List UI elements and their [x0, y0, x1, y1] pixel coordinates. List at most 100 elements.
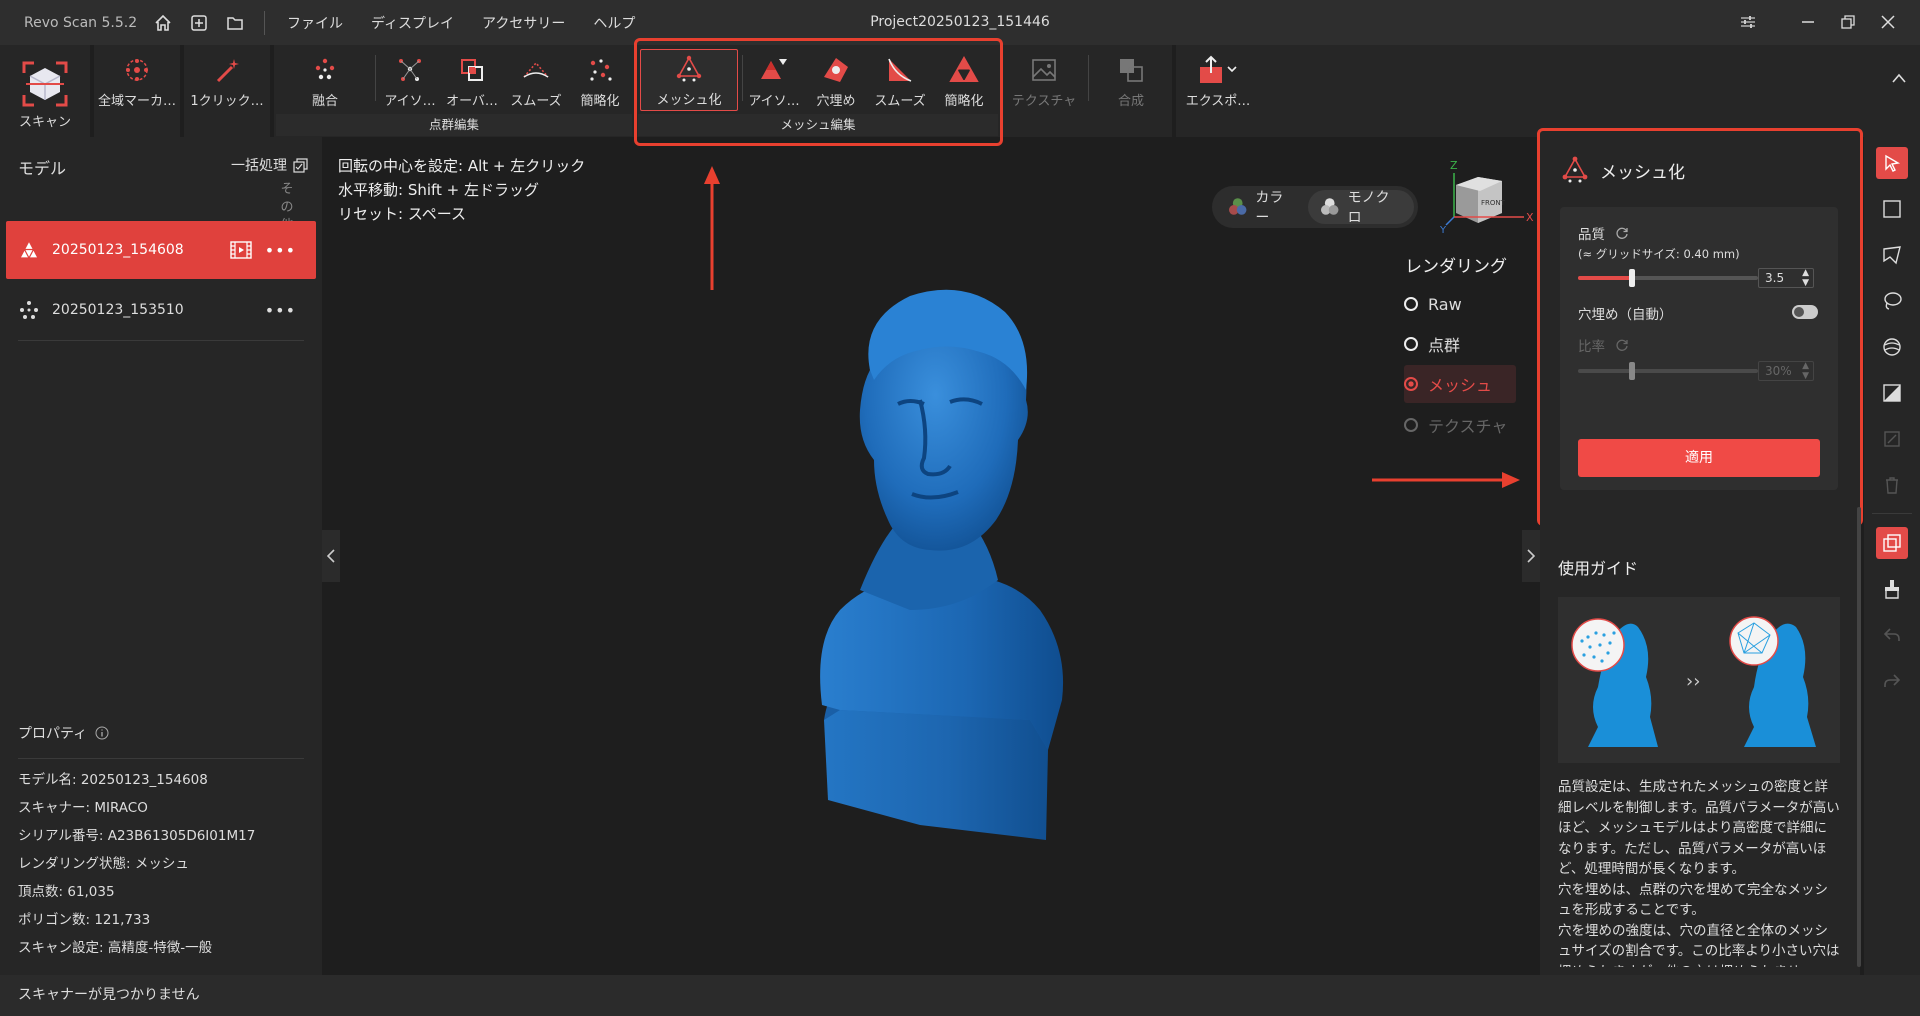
render-option-mesh[interactable]: メッシュ [1404, 365, 1516, 403]
model-row-active[interactable]: 20250123_154608 ••• [6, 221, 316, 279]
mesh-model-bust[interactable] [800, 280, 1080, 840]
menu-help[interactable]: ヘルプ [593, 13, 635, 33]
ratio-slider-thumb[interactable] [1629, 362, 1635, 380]
delete-icon[interactable] [1876, 469, 1908, 501]
quality-spinbox[interactable]: 3.5 ▲ ▼ [1758, 268, 1814, 288]
plane-cut-icon[interactable] [1876, 377, 1908, 409]
quality-slider[interactable] [1578, 269, 1758, 287]
magic-wand-icon [216, 59, 239, 83]
simplify-button[interactable]: 簡略化 [570, 51, 630, 117]
menu-file[interactable]: ファイル [287, 13, 343, 33]
rect-select-icon[interactable] [1876, 193, 1908, 225]
isolate-button[interactable]: アイソ… [380, 51, 440, 117]
panel-scrollbar[interactable] [1857, 507, 1861, 967]
smooth-icon [523, 61, 549, 78]
selection-tools-bar [1864, 137, 1920, 975]
radio-icon [1404, 337, 1418, 351]
property-scanner: スキャナー: MIRACO [18, 800, 148, 816]
texture-icon [1032, 59, 1056, 81]
usage-guide-title: 使用ガイド [1558, 559, 1639, 578]
group-point-cloud-edit: 点群編集 [276, 114, 632, 136]
mono-circles-icon [1321, 198, 1339, 215]
global-marker-button[interactable]: 全域マーカ… [96, 51, 178, 117]
redo-icon[interactable] [1876, 665, 1908, 697]
spin-arrows-icon: ▲ ▼ [1802, 268, 1809, 288]
lasso-select-icon[interactable] [1876, 285, 1908, 317]
view-mode-toggle: カラー モノクロ [1212, 186, 1418, 228]
more-options-icon[interactable]: ••• [265, 241, 296, 260]
ratio-slider[interactable] [1578, 362, 1758, 380]
brush-tool-icon[interactable] [1876, 573, 1908, 605]
reset-icon[interactable] [1615, 226, 1629, 240]
simplify-icon [590, 59, 612, 81]
fill-holes-toggle[interactable] [1792, 305, 1818, 319]
view-cube-front-label: FRONT [1481, 199, 1506, 207]
more-options-icon[interactable]: ••• [265, 301, 296, 320]
quality-label: 品質 [1578, 223, 1629, 243]
polygon-select-icon[interactable] [1876, 239, 1908, 271]
menu-accessory[interactable]: アクセサリー [482, 13, 565, 33]
open-folder-icon[interactable] [222, 10, 248, 36]
apply-button[interactable]: 適用 [1578, 439, 1820, 477]
usage-guide-text: 品質設定は、生成されたメッシュの密度と詳細レベルを制御します。品質パラメータが高… [1558, 779, 1840, 967]
one-click-button[interactable]: 1クリック… [186, 51, 268, 117]
annotation-arrow-up [704, 166, 720, 290]
minimize-icon[interactable] [1788, 6, 1828, 38]
merge-button[interactable]: 合成 [1100, 51, 1162, 117]
smooth-button[interactable]: スムーズ [506, 51, 566, 117]
batch-process-button[interactable]: 一括処理 [231, 155, 308, 175]
property-vertices: 頂点数: 61,035 [18, 884, 115, 900]
annotation-frame-mesh-edit [634, 38, 1003, 146]
multi-select-icon[interactable] [1876, 527, 1908, 559]
app-name: Revo Scan 5.5.2 [24, 14, 138, 31]
scan-button[interactable]: スキャン [10, 51, 80, 135]
restore-icon[interactable] [1828, 6, 1868, 38]
quality-slider-thumb[interactable] [1629, 269, 1635, 287]
mono-mode-option[interactable]: モノクロ [1308, 190, 1414, 226]
new-project-icon[interactable] [186, 10, 212, 36]
collapse-toolbar-icon[interactable] [1892, 71, 1906, 87]
color-mode-option[interactable]: カラー [1216, 190, 1308, 226]
ratio-spinbox[interactable]: 30% ▲ ▼ [1758, 361, 1814, 381]
export-button[interactable]: エクスポ… [1178, 51, 1258, 117]
menu-display[interactable]: ディスプレイ [371, 13, 454, 33]
settings-sliders-icon[interactable] [1728, 6, 1768, 38]
grid-size-note: (≈ グリッドサイズ: 0.40 mm) [1578, 247, 1740, 261]
texture-button[interactable]: テクスチャ [1004, 51, 1084, 117]
render-option-point-cloud[interactable]: 点群 [1404, 325, 1516, 363]
render-title: レンダリング [1405, 257, 1507, 277]
point-cloud-model-icon [20, 301, 38, 319]
model-name: 20250123_154608 [52, 242, 184, 258]
info-icon[interactable] [95, 726, 109, 740]
fuse-button[interactable]: 融合 [290, 51, 360, 117]
usage-guide-image: ›› [1558, 597, 1840, 763]
isolate-icon [399, 59, 421, 81]
batch-icon [293, 157, 308, 173]
model-row[interactable]: 20250123_153510 ••• [6, 281, 316, 339]
hint-pan: 水平移動: Shift + 左ドラッグ [338, 181, 540, 199]
fuse-icon [315, 58, 335, 80]
undo-icon[interactable] [1876, 619, 1908, 651]
render-option-texture[interactable]: テクスチャ [1404, 406, 1516, 444]
select-cursor-icon[interactable] [1876, 147, 1908, 179]
close-icon[interactable] [1868, 6, 1908, 38]
model-name: 20250123_153510 [52, 302, 184, 318]
collapse-right-panel-button[interactable] [1522, 530, 1540, 582]
svg-text:››: ›› [1686, 671, 1700, 692]
collapse-left-panel-button[interactable] [322, 530, 340, 582]
model-panel-title: モデル [18, 159, 67, 178]
point-to-mesh-illustration: ›› [1571, 616, 1816, 747]
home-icon[interactable] [150, 10, 176, 36]
radio-icon [1404, 297, 1418, 311]
invert-selection-icon[interactable] [1876, 423, 1908, 455]
render-option-raw[interactable]: Raw [1404, 285, 1516, 323]
window-controls [1728, 6, 1908, 38]
video-icon[interactable] [230, 241, 252, 259]
brush-select-icon[interactable] [1876, 331, 1908, 363]
meshing-icon [1562, 156, 1588, 183]
view-cube-gizmo[interactable]: FRONT Z X Y [1440, 155, 1540, 235]
meshing-panel-header: メッシュ化 [1560, 155, 1685, 185]
overlap-button[interactable]: オーバ… [442, 51, 502, 117]
radio-icon [1404, 377, 1418, 391]
merge-icon [1120, 59, 1143, 82]
